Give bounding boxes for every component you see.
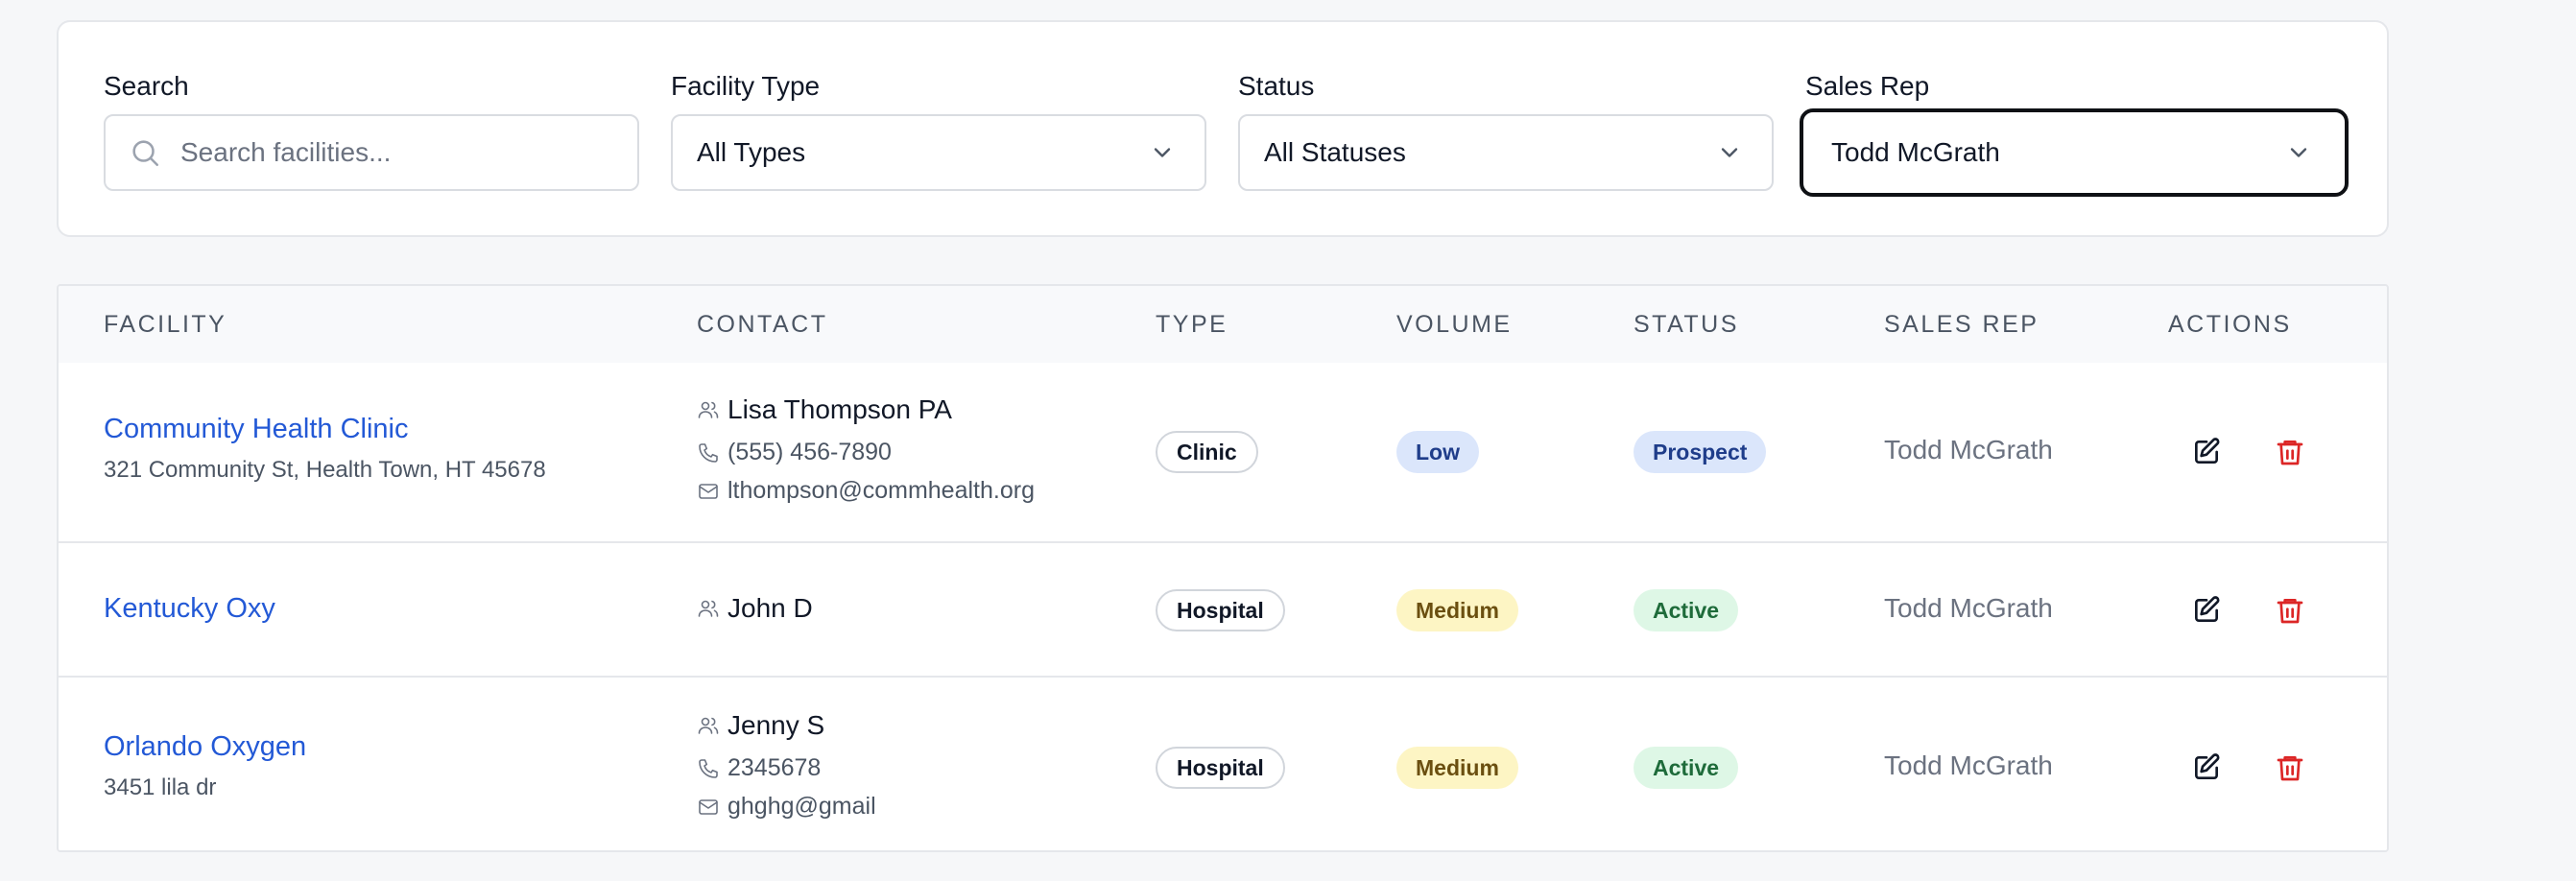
user-icon bbox=[698, 401, 719, 418]
type-badge: Clinic bbox=[1156, 431, 1258, 473]
filters-panel: Search Facility Type All Types Status Al… bbox=[57, 20, 2389, 237]
search-input[interactable] bbox=[180, 116, 637, 189]
edit-button[interactable] bbox=[2185, 747, 2228, 789]
search-filter: Search bbox=[104, 70, 639, 191]
table-header: FACILITY CONTACT TYPE VOLUME STATUS SALE… bbox=[59, 286, 2387, 363]
sales-rep-label: Sales Rep bbox=[1805, 71, 1930, 101]
volume-badge: Medium bbox=[1396, 747, 1518, 789]
delete-button[interactable] bbox=[2269, 589, 2311, 631]
facility-type-filter: Facility Type All Types bbox=[671, 70, 1206, 191]
chevron-down-icon bbox=[1721, 148, 1738, 157]
contact-phone-line: (555) 456-7890 bbox=[697, 439, 892, 466]
table-row: Community Health Clinic 321 Community St… bbox=[59, 363, 2387, 541]
sales-rep-value: Todd McGrath bbox=[1831, 137, 2000, 167]
chevron-down-icon bbox=[1154, 148, 1171, 157]
facility-address: 3451 lila dr bbox=[104, 774, 217, 800]
volume-badge: Medium bbox=[1396, 589, 1518, 631]
status-badge: Active bbox=[1634, 747, 1739, 789]
trash-icon bbox=[2277, 756, 2303, 781]
chevron-down-icon bbox=[2290, 148, 2307, 157]
facility-type-select[interactable]: All Types bbox=[671, 114, 1206, 191]
col-header-actions: ACTIONS bbox=[2168, 311, 2292, 338]
search-icon bbox=[132, 140, 159, 167]
table-row: Orlando Oxygen 3451 lila dr Jenny S 2345… bbox=[59, 676, 2387, 850]
edit-button[interactable] bbox=[2185, 589, 2228, 631]
col-header-facility[interactable]: FACILITY bbox=[104, 311, 227, 339]
contact-email: ghghg@gmail bbox=[727, 793, 876, 820]
status-select[interactable]: All Statuses bbox=[1238, 114, 1774, 191]
col-header-contact[interactable]: CONTACT bbox=[697, 311, 827, 339]
status-filter: Status All Statuses bbox=[1238, 70, 1774, 191]
edit-button[interactable] bbox=[2185, 431, 2228, 473]
sales-rep-cell: Todd McGrath bbox=[1884, 593, 2053, 623]
trash-icon bbox=[2277, 440, 2303, 465]
status-value: All Statuses bbox=[1264, 137, 1406, 167]
facility-name-link[interactable]: Kentucky Oxy bbox=[104, 593, 275, 625]
sales-rep-select[interactable]: Todd McGrath bbox=[1800, 108, 2349, 197]
col-header-type[interactable]: TYPE bbox=[1156, 311, 1228, 339]
edit-icon bbox=[2195, 596, 2220, 622]
col-header-volume[interactable]: VOLUME bbox=[1396, 311, 1513, 339]
type-badge: Hospital bbox=[1156, 589, 1285, 631]
user-icon bbox=[698, 600, 719, 617]
phone-icon bbox=[699, 758, 718, 778]
col-header-status[interactable]: STATUS bbox=[1634, 311, 1739, 339]
status-label: Status bbox=[1238, 71, 1315, 101]
contact-name-line: John D bbox=[697, 593, 813, 624]
facility-name-link[interactable]: Orlando Oxygen bbox=[104, 731, 306, 763]
search-field[interactable] bbox=[104, 114, 639, 191]
status-badge: Active bbox=[1634, 589, 1739, 631]
sales-rep-filter: Sales Rep Todd McGrath bbox=[1800, 70, 2349, 197]
edit-icon bbox=[2195, 438, 2220, 464]
mail-icon bbox=[699, 483, 718, 499]
facilities-table: FACILITY CONTACT TYPE VOLUME STATUS SALE… bbox=[57, 284, 2389, 852]
delete-button[interactable] bbox=[2269, 431, 2311, 473]
contact-name: Lisa Thompson PA bbox=[727, 394, 952, 424]
user-icon bbox=[698, 717, 719, 734]
contact-phone: (555) 456-7890 bbox=[727, 439, 892, 465]
contact-name-line: Lisa Thompson PA bbox=[697, 394, 952, 425]
contact-name: John D bbox=[727, 593, 813, 623]
contact-name-line: Jenny S bbox=[697, 710, 824, 741]
status-badge: Prospect bbox=[1634, 431, 1767, 473]
contact-email-line: lthompson@commhealth.org bbox=[697, 477, 1035, 505]
facility-name-link[interactable]: Community Health Clinic bbox=[104, 414, 409, 445]
sales-rep-cell: Todd McGrath bbox=[1884, 435, 2053, 464]
table-row: Kentucky Oxy John D Hospital Medium Acti… bbox=[59, 541, 2387, 676]
facility-type-value: All Types bbox=[697, 137, 806, 167]
phone-icon bbox=[699, 442, 718, 463]
delete-button[interactable] bbox=[2269, 747, 2311, 789]
facility-type-label: Facility Type bbox=[671, 71, 821, 101]
contact-name: Jenny S bbox=[727, 710, 825, 740]
volume-badge: Low bbox=[1396, 431, 1479, 473]
contact-phone-line: 2345678 bbox=[697, 754, 821, 782]
contact-email: lthompson@commhealth.org bbox=[727, 477, 1035, 504]
trash-icon bbox=[2277, 599, 2303, 624]
edit-icon bbox=[2195, 753, 2220, 779]
contact-email-line: ghghg@gmail bbox=[697, 793, 876, 821]
contact-phone: 2345678 bbox=[727, 754, 822, 781]
search-label: Search bbox=[104, 71, 189, 101]
col-header-sales-rep[interactable]: SALES REP bbox=[1884, 311, 2039, 339]
type-badge: Hospital bbox=[1156, 747, 1285, 789]
mail-icon bbox=[699, 798, 718, 815]
sales-rep-cell: Todd McGrath bbox=[1884, 750, 2053, 780]
facility-address: 321 Community St, Health Town, HT 45678 bbox=[104, 457, 546, 483]
